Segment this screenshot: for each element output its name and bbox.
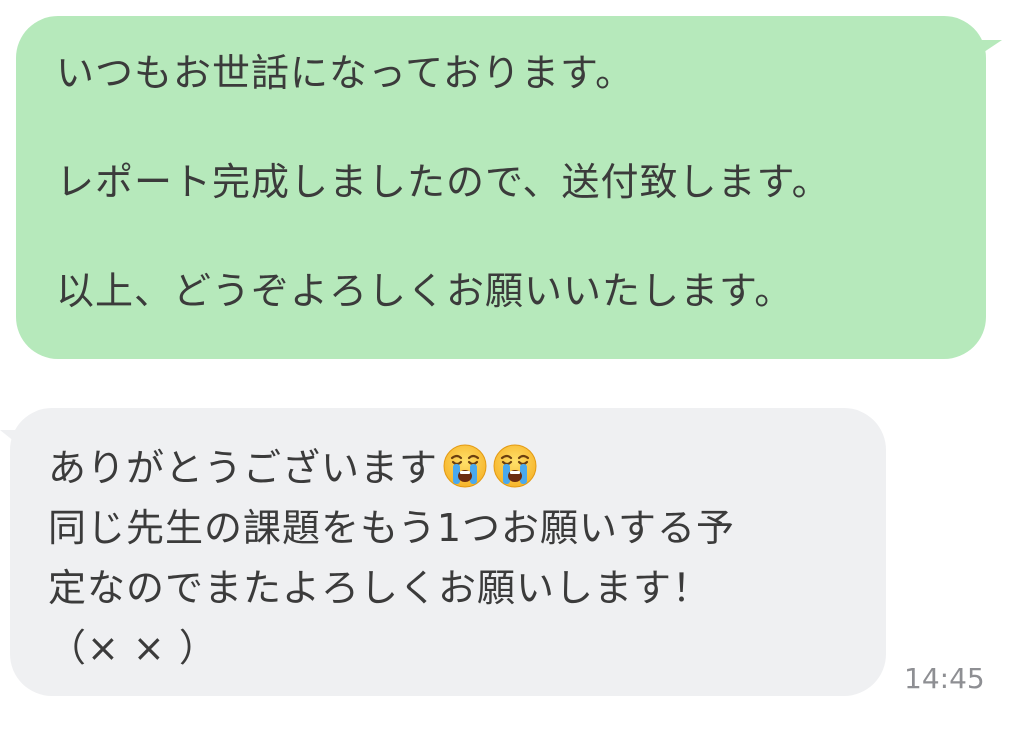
- incoming-message-bubble[interactable]: ありがとうございます 同じ先生の課題をもう1つお願いする予 定なのでまたよろしく…: [10, 408, 886, 696]
- incoming-message-line-1: ありがとうございます: [48, 438, 856, 498]
- chat-view: いつもお世話になっております。 レポート完成しましたので、送付致します。 以上、…: [0, 0, 1011, 731]
- incoming-message-line: 同じ先生の課題をもう1つお願いする予: [48, 506, 736, 550]
- loudly-crying-face-icon: [442, 443, 488, 489]
- incoming-message-line: 定なのでまたよろしくお願いします！: [48, 566, 712, 610]
- outgoing-message-line: レポート完成しましたので、送付致します。: [56, 160, 831, 204]
- loudly-crying-face-icon: [492, 443, 538, 489]
- outgoing-message-bubble[interactable]: いつもお世話になっております。 レポート完成しましたので、送付致します。 以上、…: [16, 16, 986, 359]
- outgoing-message-line: いつもお世話になっております。: [56, 51, 635, 95]
- message-timestamp: 14:45: [904, 662, 985, 695]
- incoming-message-line: （× × ）: [48, 626, 218, 670]
- incoming-message-text: ありがとうございます: [48, 446, 439, 490]
- outgoing-message-line: 以上、どうぞよろしくお願いいたします。: [56, 269, 794, 313]
